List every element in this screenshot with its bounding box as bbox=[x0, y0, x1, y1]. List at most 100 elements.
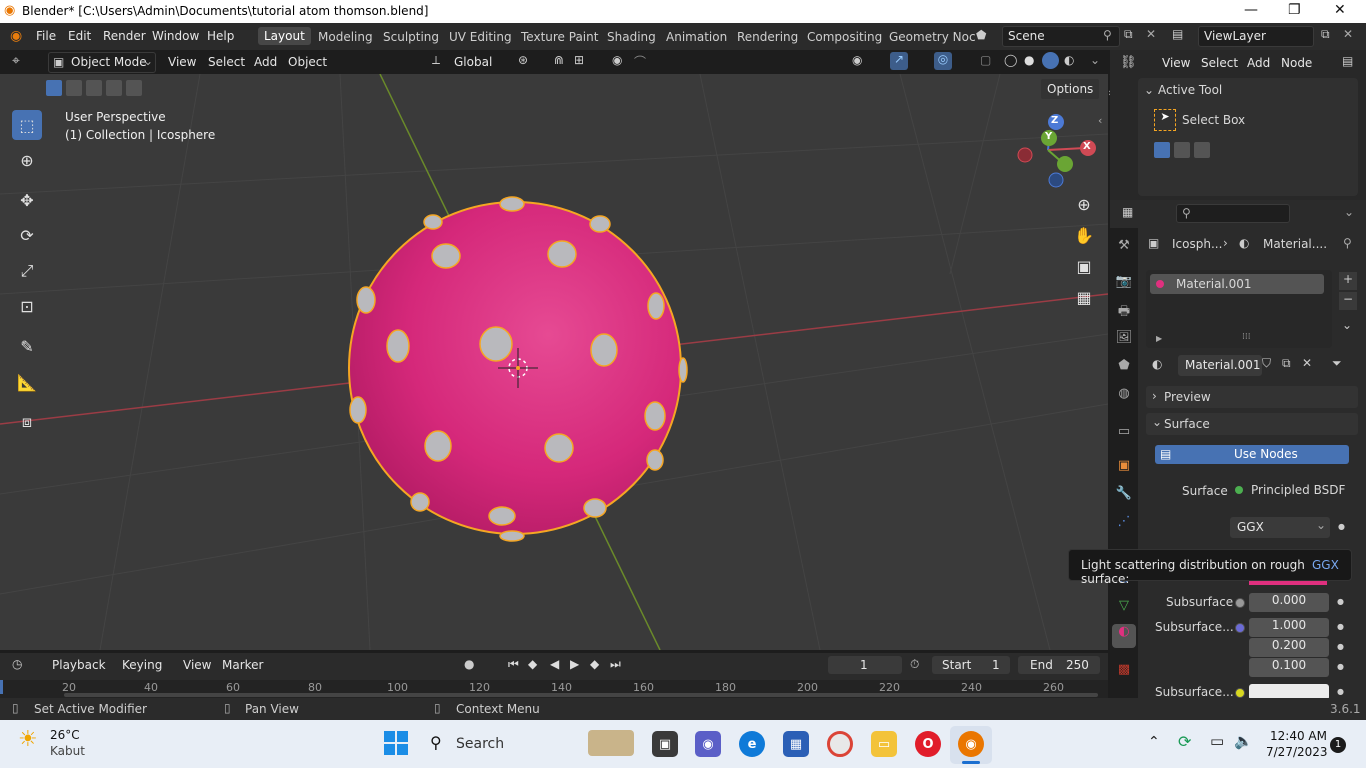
tab-animation[interactable]: Animation bbox=[666, 30, 727, 44]
jump-end-icon[interactable]: ⏭ bbox=[610, 657, 621, 672]
annotate-tool-icon[interactable]: ✎ bbox=[12, 331, 42, 361]
pivot-icon[interactable]: ⊛ bbox=[518, 53, 528, 67]
viewlayer-icon[interactable]: ▤ bbox=[1172, 27, 1183, 41]
mode-subtract-icon[interactable] bbox=[1194, 142, 1210, 158]
close-button[interactable]: ✕ bbox=[1334, 2, 1346, 18]
minimize-button[interactable]: — bbox=[1244, 2, 1258, 18]
vector-socket-icon[interactable] bbox=[1235, 623, 1245, 633]
menu-render[interactable]: Render bbox=[103, 29, 146, 43]
duplicate-material-icon[interactable]: ⧉ bbox=[1282, 356, 1291, 371]
menu-file[interactable]: File bbox=[36, 29, 56, 43]
mode-new-icon[interactable] bbox=[1154, 142, 1170, 158]
clock-time[interactable]: 12:40 AM bbox=[1270, 729, 1327, 743]
new-viewlayer-icon[interactable]: ⧉ bbox=[1321, 27, 1330, 42]
windows-start-icon[interactable] bbox=[384, 731, 408, 755]
transform-tool-icon[interactable]: ⊡ bbox=[12, 291, 42, 321]
next-keyframe-icon[interactable]: ◆ bbox=[590, 657, 599, 671]
chrome-icon[interactable] bbox=[827, 731, 853, 757]
node-menu-select[interactable]: Select bbox=[1201, 56, 1238, 70]
view-layer-tab-icon[interactable]: 🖼 bbox=[1114, 330, 1134, 350]
sidebar-toggle-icon[interactable]: ‹ bbox=[1098, 114, 1102, 127]
menu-help[interactable]: Help bbox=[207, 29, 234, 43]
weather-icon[interactable]: ☀ bbox=[18, 727, 38, 752]
volume-icon[interactable]: 🔈 bbox=[1234, 732, 1253, 750]
solid-shading-icon[interactable]: ● bbox=[1024, 53, 1034, 67]
snap-icon[interactable]: ⋒ bbox=[554, 53, 564, 67]
pin-icon[interactable]: ⚲ bbox=[1103, 28, 1112, 42]
unlink-material-icon[interactable]: ✕ bbox=[1302, 356, 1312, 370]
proportional-edit-icon[interactable]: ◉ bbox=[612, 53, 622, 67]
use-nodes-button[interactable]: ▤ Use Nodes bbox=[1155, 445, 1349, 464]
select-subtract-icon[interactable] bbox=[86, 80, 102, 96]
end-frame-field[interactable]: End 250 bbox=[1018, 656, 1100, 674]
radius-z-field[interactable]: 0.100 bbox=[1249, 658, 1329, 677]
viewport-menu-select[interactable]: Select bbox=[208, 55, 245, 69]
preview-section[interactable]: › Preview bbox=[1146, 386, 1358, 408]
menu-edit[interactable]: Edit bbox=[68, 29, 91, 43]
clock-date[interactable]: 7/27/2023 bbox=[1266, 745, 1328, 759]
xray-icon[interactable]: ▢ bbox=[980, 53, 991, 67]
scale-tool-icon[interactable]: ⤢ bbox=[12, 256, 42, 286]
material-slot-item[interactable]: Material.001 bbox=[1150, 274, 1324, 294]
keyframe-dot-icon[interactable]: ● bbox=[1337, 662, 1344, 671]
socket-icon[interactable] bbox=[1235, 598, 1245, 608]
select-intersect-icon[interactable] bbox=[126, 80, 142, 96]
play-icon[interactable]: ▶ bbox=[570, 657, 579, 671]
add-slot-button[interactable]: + bbox=[1339, 272, 1357, 290]
delete-viewlayer-icon[interactable]: ✕ bbox=[1343, 27, 1353, 41]
rendered-shading-icon[interactable]: ◐ bbox=[1064, 53, 1074, 67]
teams-icon[interactable]: ◉ bbox=[695, 731, 721, 757]
overlay-toggle-icon[interactable]: ◎ bbox=[934, 52, 952, 70]
scene-selector[interactable]: Scene ⚲ bbox=[1002, 26, 1120, 47]
timeline-menu-keying[interactable]: Keying bbox=[122, 658, 162, 672]
properties-options-icon[interactable]: ⌄ bbox=[1344, 205, 1354, 219]
transform-orientation-dropdown[interactable]: Global bbox=[454, 55, 492, 69]
prev-keyframe-icon[interactable]: ◆ bbox=[528, 657, 537, 671]
select-box-tool[interactable]: ⬚ bbox=[12, 110, 42, 140]
timeline-editor-icon[interactable]: ◷ bbox=[12, 657, 22, 671]
viewport-menu-object[interactable]: Object bbox=[288, 55, 327, 69]
render-tab-icon[interactable]: 📷 bbox=[1114, 274, 1134, 294]
pan-hand-icon[interactable]: ✋ bbox=[1070, 221, 1098, 249]
camera-view-icon[interactable]: ▣ bbox=[1070, 252, 1098, 280]
delete-scene-icon[interactable]: ✕ bbox=[1146, 27, 1156, 41]
node-menu-view[interactable]: View bbox=[1162, 56, 1190, 70]
viewport-menu-view[interactable]: View bbox=[168, 55, 196, 69]
shading-options-icon[interactable]: ⌄ bbox=[1090, 53, 1100, 67]
gizmo-toggle-icon[interactable]: ↗ bbox=[890, 52, 908, 70]
output-tab-icon[interactable]: 🖶 bbox=[1114, 302, 1134, 322]
slot-specials-icon[interactable]: ⌄ bbox=[1342, 318, 1352, 332]
distribution-dropdown[interactable]: GGX ⌄ bbox=[1230, 517, 1330, 538]
task-view-icon[interactable]: ▣ bbox=[652, 731, 678, 757]
store-icon[interactable]: ▦ bbox=[783, 731, 809, 757]
scene-tab-icon[interactable]: ⬟ bbox=[1114, 358, 1134, 378]
auto-keying-icon[interactable]: ● bbox=[464, 657, 474, 671]
subsurface-field[interactable]: 0.000 bbox=[1249, 593, 1329, 612]
timeline-menu-marker[interactable]: Marker bbox=[222, 658, 263, 672]
link-type-icon[interactable]: ⏷ bbox=[1332, 356, 1342, 371]
tab-layout[interactable]: Layout bbox=[258, 27, 311, 45]
measure-tool-icon[interactable]: 📐 bbox=[12, 367, 42, 397]
maximize-button[interactable]: ❐ bbox=[1288, 2, 1301, 18]
properties-editor-icon[interactable]: ▦ bbox=[1122, 205, 1133, 219]
search-icon[interactable]: ⚲ bbox=[430, 733, 442, 752]
timeline-ruler[interactable]: 20 40 60 80 100 120 140 160 180 200 220 … bbox=[0, 680, 1108, 698]
data-tab-icon[interactable]: ▽ bbox=[1114, 598, 1134, 618]
tool-tab-icon[interactable]: ⚒ bbox=[1114, 238, 1134, 258]
tab-sculpting[interactable]: Sculpting bbox=[383, 30, 439, 44]
ortho-toggle-icon[interactable]: ▦ bbox=[1070, 283, 1098, 311]
properties-search[interactable]: ⚲ bbox=[1176, 204, 1290, 223]
rotate-tool-icon[interactable]: ⟳ bbox=[12, 220, 42, 250]
browse-material-icon[interactable]: ◐ bbox=[1152, 357, 1162, 371]
node-menu-node[interactable]: Node bbox=[1281, 56, 1312, 70]
new-scene-icon[interactable]: ⧉ bbox=[1124, 27, 1133, 42]
tab-texture-paint[interactable]: Texture Paint bbox=[521, 30, 598, 44]
opera-icon[interactable]: O bbox=[915, 731, 941, 757]
editor-type-icon[interactable]: ⌖ bbox=[12, 53, 20, 69]
options-dropdown[interactable]: Options bbox=[1040, 78, 1100, 100]
snap-target-icon[interactable]: ⊞ bbox=[574, 53, 584, 67]
tab-compositing[interactable]: Compositing bbox=[807, 30, 882, 44]
cursor-tool-icon[interactable]: ⊕ bbox=[12, 145, 42, 175]
timeline-menu-playback[interactable]: Playback bbox=[52, 658, 106, 672]
modifier-tab-icon[interactable]: 🔧 bbox=[1114, 486, 1134, 506]
